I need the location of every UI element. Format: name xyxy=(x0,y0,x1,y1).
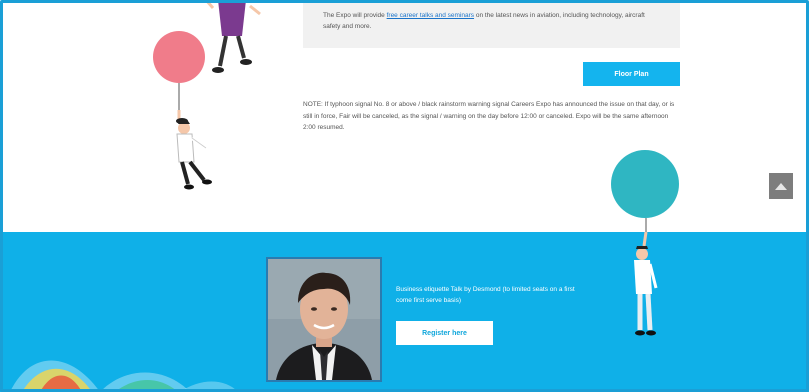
talk-section: Business etiquette Talk by Desmond (to l… xyxy=(0,232,809,392)
typhoon-note: NOTE: If typhoon signal No. 8 or above /… xyxy=(303,101,675,131)
pink-balloon-illustration xyxy=(153,31,205,110)
decorative-swirl-illustration xyxy=(10,360,238,392)
pilot-illustration xyxy=(176,110,212,190)
pilot-illustration-2 xyxy=(634,232,658,336)
speaker-photo xyxy=(266,257,382,382)
register-button[interactable]: Register here xyxy=(396,321,493,345)
back-to-top-button[interactable] xyxy=(769,173,793,199)
speaker-portrait xyxy=(268,259,380,380)
expo-info-prefix: The Expo will provide xyxy=(323,12,387,19)
talk-description: Business etiquette Talk by Desmond (to l… xyxy=(396,286,575,304)
expo-info-box: The Expo will provide free career talks … xyxy=(303,0,680,48)
teal-balloon-illustration xyxy=(611,150,679,232)
floor-plan-button[interactable]: Floor Plan xyxy=(583,62,680,86)
page-frame: The Expo will provide free career talks … xyxy=(0,0,809,392)
career-talks-link[interactable]: free career talks and seminars xyxy=(387,12,474,19)
expo-info-text: The Expo will provide free career talks … xyxy=(323,10,663,32)
expo-info-section: The Expo will provide free career talks … xyxy=(0,0,809,232)
chevron-up-icon xyxy=(775,183,787,190)
